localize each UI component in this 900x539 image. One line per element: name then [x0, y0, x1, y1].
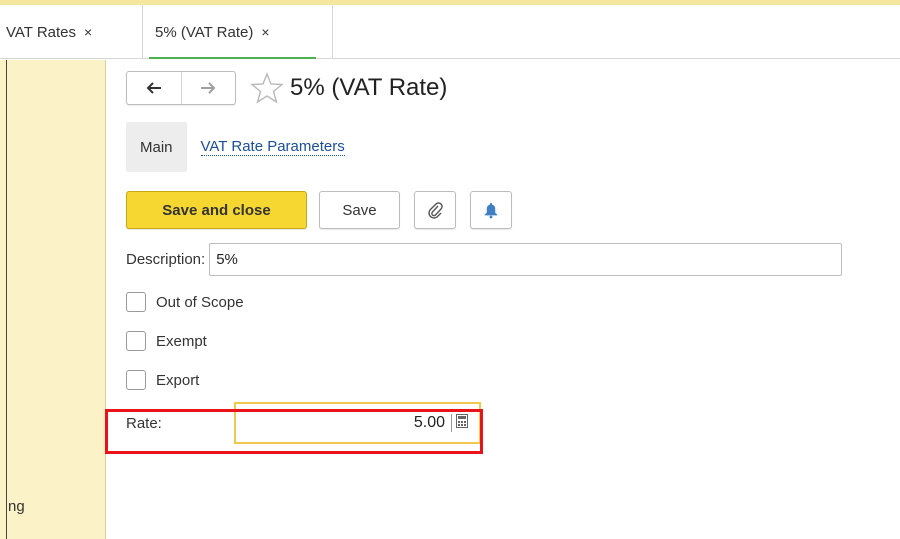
- history-nav: [126, 71, 236, 105]
- right-arrow-icon: [201, 82, 216, 94]
- left-panel: ng: [0, 60, 106, 539]
- page-title: 5% (VAT Rate): [290, 74, 448, 101]
- description-row: Description: 5%: [126, 243, 843, 276]
- active-tab-indicator: [149, 57, 316, 59]
- exempt-checkbox[interactable]: [126, 331, 146, 351]
- panel-edge: [6, 60, 7, 539]
- section-tab-main[interactable]: Main: [126, 122, 187, 172]
- tab-label: 5% (VAT Rate): [155, 23, 254, 41]
- reminder-button[interactable]: [470, 191, 512, 229]
- export-label[interactable]: Export: [156, 372, 199, 389]
- export-row: Export: [126, 370, 199, 390]
- description-label: Description:: [126, 251, 206, 268]
- bell-icon: [484, 203, 498, 219]
- back-button[interactable]: [127, 72, 182, 104]
- section-tabs: Main VAT Rate Parameters: [126, 122, 345, 172]
- exempt-row: Exempt: [126, 331, 207, 351]
- vat-rate-parameters-link[interactable]: VAT Rate Parameters: [200, 138, 345, 156]
- save-and-close-button[interactable]: Save and close: [126, 191, 307, 229]
- toolbar: Save and close Save: [126, 190, 512, 230]
- description-input[interactable]: 5%: [209, 243, 843, 276]
- close-icon[interactable]: ×: [84, 24, 92, 40]
- rate-highlight-box: [105, 409, 483, 454]
- forward-button[interactable]: [182, 72, 236, 104]
- tab-label: VAT Rates: [6, 23, 77, 41]
- exempt-label[interactable]: Exempt: [156, 333, 207, 350]
- out-of-scope-label[interactable]: Out of Scope: [156, 294, 244, 311]
- attach-button[interactable]: [414, 191, 456, 229]
- tab-vat-rate-5[interactable]: 5% (VAT Rate) ×: [143, 5, 333, 59]
- close-icon[interactable]: ×: [261, 24, 269, 40]
- out-of-scope-row: Out of Scope: [126, 292, 244, 312]
- left-panel-text: ng: [8, 498, 25, 515]
- star-outline-icon[interactable]: [250, 72, 284, 104]
- tab-bar: VAT Rates × 5% (VAT Rate) ×: [0, 5, 900, 59]
- tab-vat-rates[interactable]: VAT Rates ×: [0, 5, 143, 59]
- left-arrow-icon: [146, 82, 161, 94]
- out-of-scope-checkbox[interactable]: [126, 292, 146, 312]
- paperclip-icon: [428, 202, 443, 219]
- export-checkbox[interactable]: [126, 370, 146, 390]
- save-button[interactable]: Save: [319, 191, 400, 229]
